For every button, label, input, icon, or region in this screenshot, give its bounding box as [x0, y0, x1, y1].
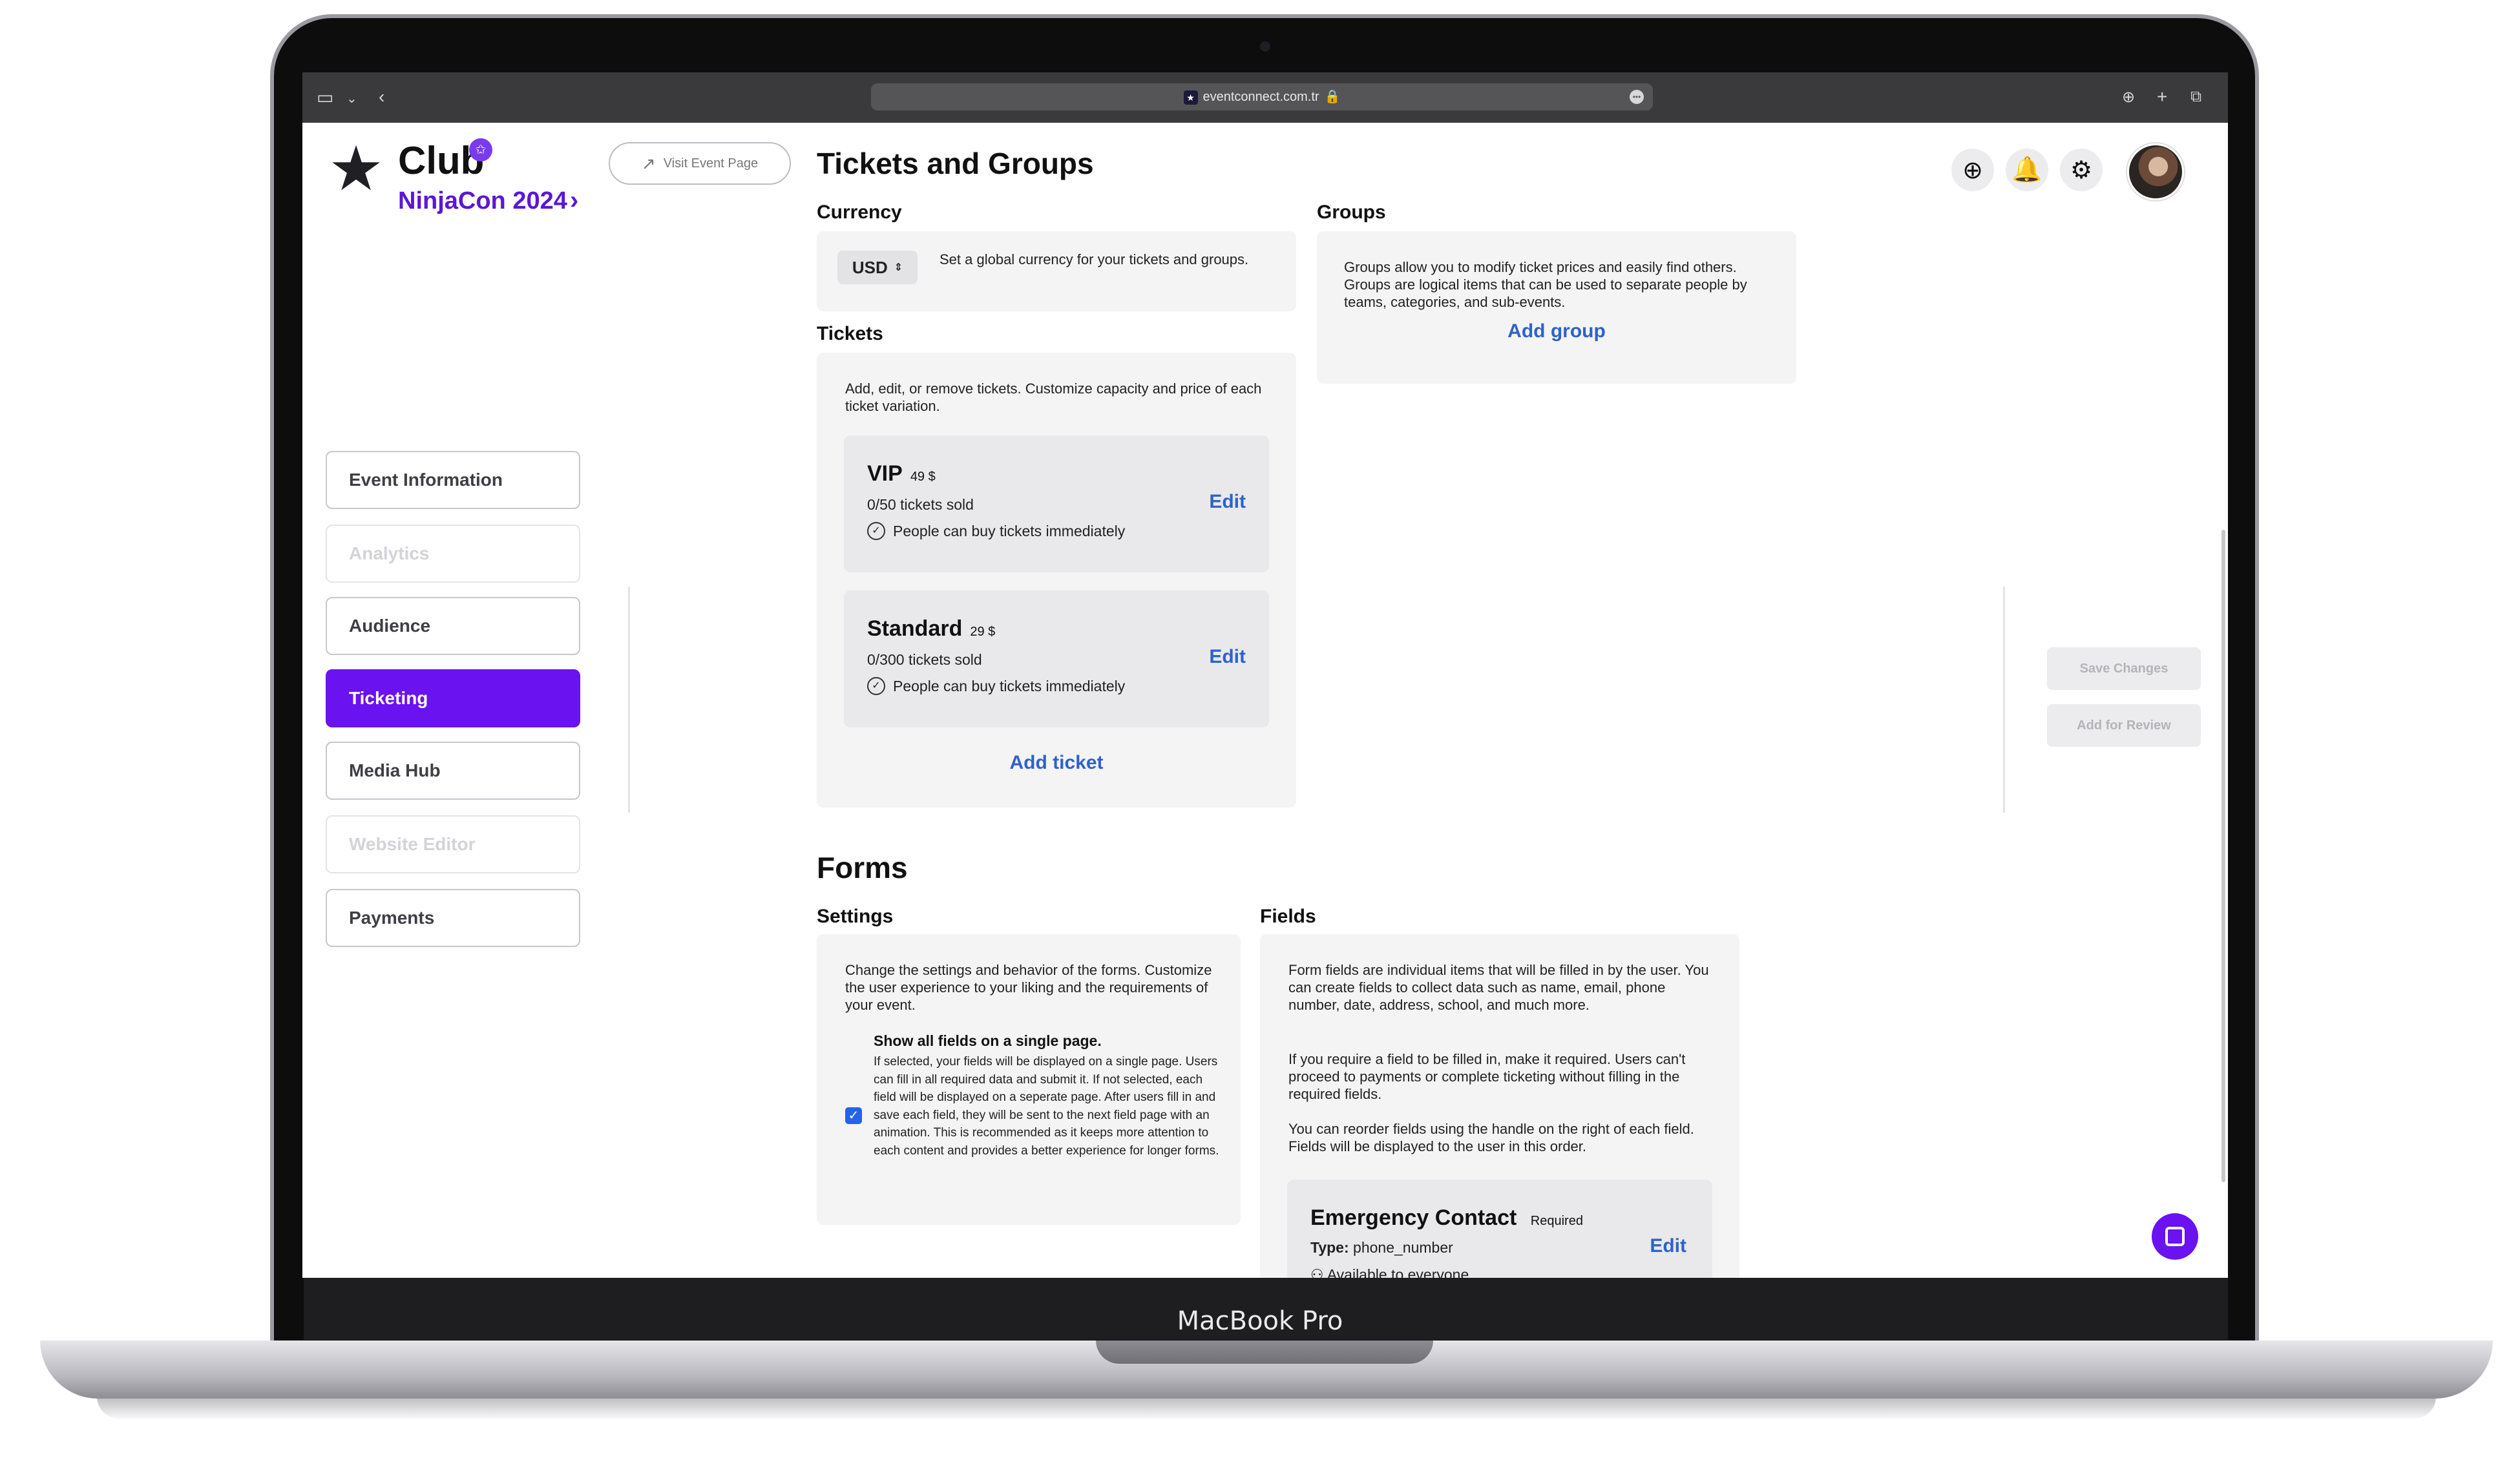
sidebar-item-payments[interactable]: Payments [326, 889, 580, 947]
add-ticket-button[interactable]: Add ticket [817, 752, 1296, 774]
chat-icon[interactable] [2152, 1213, 2198, 1260]
forms-fields-card: Form fields are individual items that wi… [1260, 934, 1739, 1278]
back-icon[interactable]: ‹ [379, 87, 384, 107]
chevron-down-icon[interactable]: ⌄ [346, 90, 357, 107]
fields-description-3: You can reorder fields using the handle … [1288, 1121, 1694, 1154]
sidebar-item-audience[interactable]: Audience [326, 597, 580, 655]
ticket-sold: 0/300 tickets sold [867, 651, 982, 668]
check-circle-icon: ✓ [867, 677, 885, 695]
currency-select[interactable]: USD ⇕ [837, 251, 918, 284]
fields-heading: Fields [1260, 906, 1316, 927]
hinge-notch [1096, 1340, 1433, 1364]
tickets-card: Add, edit, or remove tickets. Customize … [817, 353, 1296, 808]
ticket-name: Standard 29 $ [867, 616, 996, 641]
sidebar-item-event-information[interactable]: Event Information [326, 451, 580, 509]
camera [1260, 41, 1270, 52]
device-stage: ▭ ⌄ ‹ ★ eventconnect.com.tr 🔒 ••• ⊕ + ⧉ ★ … [0, 0, 2520, 1460]
chevron-right-icon[interactable]: › [570, 186, 578, 215]
fields-description-1: Form fields are individual items that wi… [1288, 962, 1709, 1013]
sidebar-item-label: Payments [349, 908, 435, 928]
scrollbar[interactable] [2221, 530, 2225, 1182]
sidebar-item-media-hub[interactable]: Media Hub [326, 742, 580, 800]
url-text: eventconnect.com.tr [1202, 90, 1319, 104]
required-badge: Required [1530, 1214, 1583, 1228]
divider-left [628, 587, 630, 813]
select-arrows-icon: ⇕ [894, 262, 903, 273]
field-card-emergency-contact[interactable]: Emergency Contact Required Type: phone_n… [1287, 1180, 1712, 1278]
groups-card: Groups allow you to modify ticket prices… [1317, 231, 1796, 384]
forms-settings-card: Change the settings and behavior of the … [817, 934, 1241, 1225]
option-title: Show all fields on a single page. [874, 1032, 1102, 1049]
more-icon[interactable]: ••• [1630, 90, 1644, 104]
currency-description: Set a global currency for your tickets a… [940, 251, 1249, 267]
ticket-sold: 0/50 tickets sold [867, 496, 974, 513]
ticket-card-vip[interactable]: VIP 49 $ 0/50 tickets sold ✓ People can bu… [844, 435, 1269, 572]
new-tab-icon[interactable]: + [2157, 87, 2167, 107]
groups-heading: Groups [1317, 202, 1386, 223]
badge-icon: ✩ [469, 138, 492, 162]
tickets-heading: Tickets [817, 323, 883, 344]
sidebar-item-label: Website Editor [349, 834, 476, 854]
sidebar-item-label: Event Information [349, 470, 503, 490]
fields-description-2: If you require a field to be filled in, … [1288, 1051, 1686, 1102]
field-name: Emergency Contact Required [1310, 1205, 1583, 1230]
sidebar-item-label: Analytics [349, 543, 430, 563]
sidebar-item-analytics: Analytics [326, 525, 580, 583]
groups-description: Groups allow you to modify ticket prices… [1344, 259, 1747, 310]
sidebar-item-label: Ticketing [349, 688, 428, 708]
visit-event-page-button[interactable]: ↗ Visit Event Page [609, 142, 791, 185]
ticket-card-standard[interactable]: Standard 29 $ 0/300 tickets sold ✓ People … [844, 590, 1269, 727]
screen: ▭ ⌄ ‹ ★ eventconnect.com.tr 🔒 ••• ⊕ + ⧉ ★ … [302, 72, 2228, 1278]
forms-title: Forms [817, 851, 908, 884]
single-page-checkbox[interactable]: ✓ [845, 1107, 862, 1124]
address-bar[interactable]: ★ eventconnect.com.tr 🔒 ••• [871, 83, 1653, 110]
external-link-icon: ↗ [641, 153, 656, 173]
gear-icon[interactable]: ⚙ [2060, 149, 2103, 191]
download-icon[interactable]: ⊕ [2122, 88, 2135, 107]
base-shadow [97, 1397, 2436, 1419]
ticket-price: 29 $ [970, 625, 996, 639]
check-circle-icon: ✓ [867, 522, 885, 540]
edit-field-button[interactable]: Edit [1650, 1235, 1686, 1257]
favicon-icon: ★ [1183, 90, 1198, 105]
currency-heading: Currency [817, 202, 902, 223]
save-changes-button[interactable]: Save Changes [2047, 647, 2201, 690]
page: ★ Club ✩ NinjaCon 2024 › ↗ Visit Event P… [302, 123, 2228, 1278]
ticket-price: 49 $ [910, 470, 936, 484]
star-logo-icon: ★ [328, 134, 384, 203]
sidebar-item-website-editor: Website Editor [326, 815, 580, 873]
settings-heading: Settings [817, 906, 894, 927]
people-icon: ⚇ [1310, 1266, 1324, 1278]
edit-ticket-button[interactable]: Edit [1209, 491, 1246, 513]
bell-icon[interactable]: 🔔 [2006, 149, 2048, 191]
sidebar-toggle-icon[interactable]: ▭ [317, 87, 333, 108]
page-title: Tickets and Groups [817, 147, 1094, 180]
field-availability: ⚇ Available to everyone [1310, 1266, 1469, 1278]
add-for-review-button[interactable]: Add for Review [2047, 704, 2201, 747]
field-type: Type: phone_number [1310, 1239, 1453, 1256]
add-group-button[interactable]: Add group [1317, 320, 1796, 342]
currency-value: USD [852, 257, 888, 277]
sidebar-item-label: Media Hub [349, 760, 441, 780]
ticket-status: ✓ People can buy tickets immediately [867, 522, 1125, 540]
sidebar-item-label: Audience [349, 616, 431, 636]
currency-card: USD ⇕ Set a global currency for your tic… [817, 231, 1296, 311]
edit-ticket-button[interactable]: Edit [1209, 646, 1246, 668]
sidebar-item-ticketing[interactable]: Ticketing [326, 669, 580, 727]
event-name[interactable]: NinjaCon 2024 [398, 187, 567, 215]
settings-description: Change the settings and behavior of the … [845, 962, 1212, 1013]
ticket-name: VIP 49 $ [867, 461, 936, 486]
browser-toolbar: ▭ ⌄ ‹ ★ eventconnect.com.tr 🔒 ••• ⊕ + ⧉ [302, 72, 2228, 123]
option-description: If selected, your fields will be display… [874, 1055, 1219, 1158]
tabs-overview-icon[interactable]: ⧉ [2190, 88, 2201, 106]
visit-label: Visit Event Page [663, 156, 759, 171]
device-label: MacBook Pro [1177, 1306, 1343, 1336]
ticket-status: ✓ People can buy tickets immediately [867, 677, 1125, 695]
avatar[interactable] [2127, 143, 2184, 200]
plus-circle-icon[interactable]: ⊕ [1951, 149, 1994, 191]
divider-right [2003, 587, 2005, 813]
tickets-description: Add, edit, or remove tickets. Customize … [845, 381, 1262, 414]
lock-icon: 🔒 [1324, 90, 1341, 104]
